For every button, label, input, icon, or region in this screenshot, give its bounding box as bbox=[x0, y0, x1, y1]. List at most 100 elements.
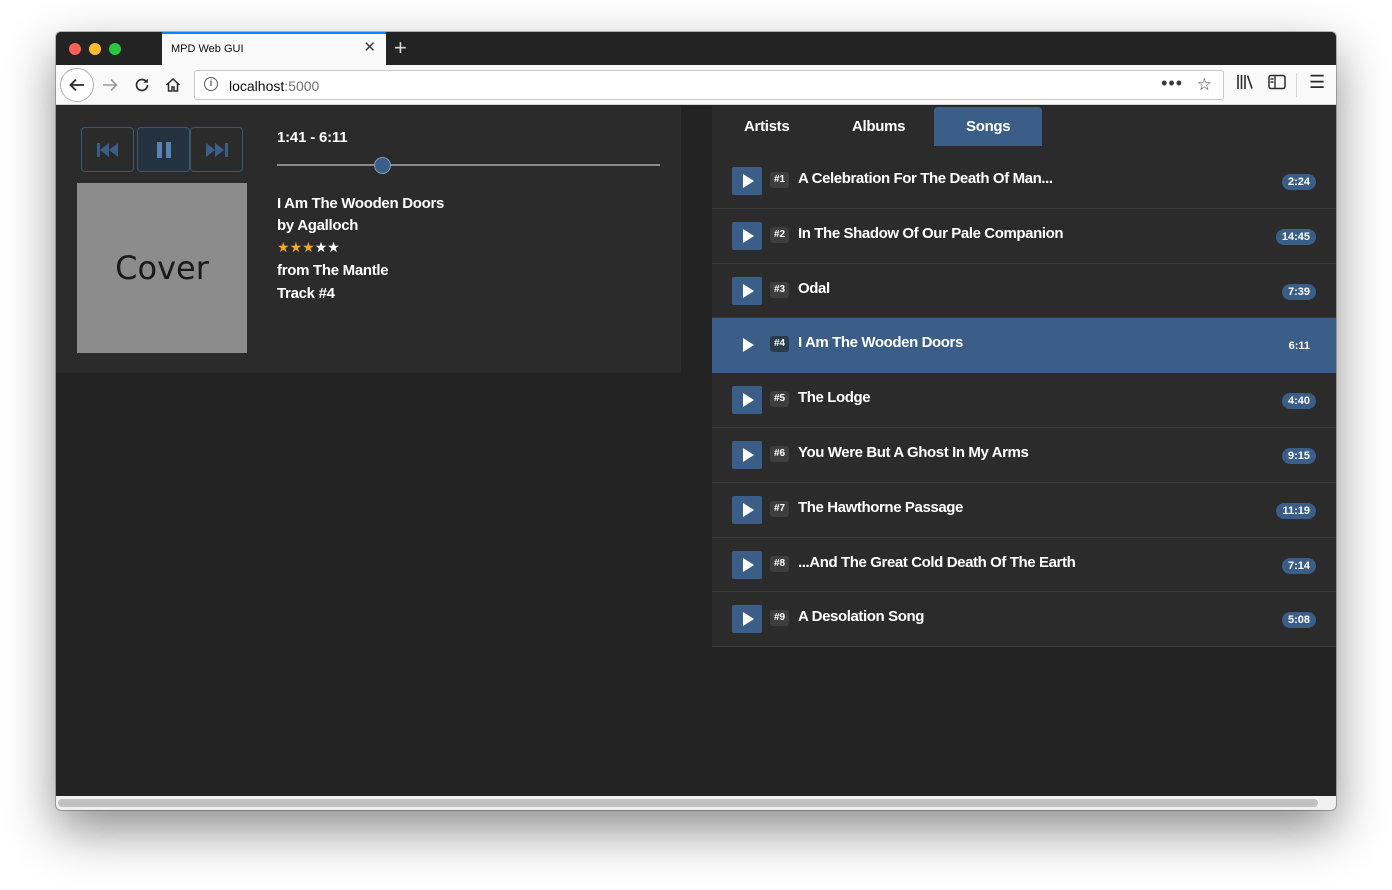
seek-handle[interactable] bbox=[373, 157, 391, 174]
song-title: A Desolation Song bbox=[798, 608, 924, 626]
seek-bar[interactable] bbox=[277, 164, 660, 166]
duration-badge: 9:15 bbox=[1281, 447, 1316, 464]
maximize-window-button[interactable] bbox=[109, 43, 121, 55]
duration-badge: 11:19 bbox=[1276, 502, 1316, 519]
song-row[interactable]: #3 Odal 7:39 bbox=[712, 264, 1336, 319]
song-title: I Am The Wooden Doors bbox=[798, 334, 963, 352]
play-button[interactable] bbox=[732, 495, 762, 524]
song-list: #1 A Celebration For The Death Of Man... 2… bbox=[712, 154, 1336, 648]
play-button[interactable] bbox=[732, 331, 762, 359]
tab-label: Artists bbox=[744, 118, 790, 135]
song-row[interactable]: #6 You Were But A Ghost In My Arms 9:15 bbox=[712, 428, 1336, 483]
rating-stars[interactable]: ★★★★★ bbox=[277, 240, 340, 254]
tab-label: Songs bbox=[966, 118, 1011, 135]
song-title: The Hawthorne Passage bbox=[798, 498, 963, 516]
next-button[interactable] bbox=[190, 127, 243, 172]
play-button[interactable] bbox=[732, 221, 762, 250]
url-text[interactable]: localhost:5000 bbox=[229, 78, 319, 94]
hamburger-menu-icon[interactable]: ☰ bbox=[1309, 72, 1325, 93]
pause-button[interactable] bbox=[137, 127, 190, 172]
song-row[interactable]: #8 ...And The Great Cold Death Of The Ear… bbox=[712, 538, 1336, 593]
track-number-badge: #6 bbox=[770, 445, 790, 462]
tab-songs[interactable]: Songs bbox=[934, 107, 1043, 146]
play-button[interactable] bbox=[732, 440, 762, 469]
play-button[interactable] bbox=[732, 276, 762, 305]
song-row[interactable]: #9 A Desolation Song 5:08 bbox=[712, 592, 1336, 648]
play-button[interactable] bbox=[732, 550, 762, 579]
play-button[interactable] bbox=[732, 167, 762, 195]
track-number-badge: #3 bbox=[770, 281, 790, 298]
sidebar-icon[interactable] bbox=[1268, 74, 1286, 95]
song-title: In The Shadow Of Our Pale Companion bbox=[798, 224, 1064, 242]
play-icon bbox=[743, 393, 754, 408]
play-icon bbox=[743, 557, 754, 572]
song-title: A Celebration For The Death Of Man... bbox=[798, 170, 1053, 187]
scrollbar-thumb[interactable] bbox=[58, 799, 1318, 807]
duration-badge: 14:45 bbox=[1275, 228, 1316, 245]
horizontal-scrollbar[interactable] bbox=[56, 796, 1336, 810]
star-filled-icon[interactable]: ★ bbox=[290, 239, 303, 255]
tab-albums[interactable]: Albums bbox=[820, 107, 937, 146]
url-bar[interactable]: i localhost:5000 ••• ☆ bbox=[194, 70, 1224, 100]
song-title: You Were But A Ghost In My Arms bbox=[798, 443, 1029, 461]
toolbar-divider bbox=[1296, 73, 1297, 97]
duration-badge: 5:08 bbox=[1281, 612, 1316, 629]
duration-badge: 2:24 bbox=[1281, 174, 1316, 190]
play-icon bbox=[743, 228, 754, 243]
album-cover: Cover bbox=[77, 183, 247, 353]
arrow-right-icon bbox=[103, 78, 118, 92]
star-filled-icon[interactable]: ★ bbox=[302, 239, 315, 255]
song-title: Odal bbox=[798, 279, 830, 297]
track-number-badge: #8 bbox=[770, 555, 790, 572]
tab-artists[interactable]: Artists bbox=[712, 107, 821, 146]
close-window-button[interactable] bbox=[69, 43, 81, 55]
tab-label: Albums bbox=[852, 118, 906, 135]
song-row[interactable]: #4 I Am The Wooden Doors 6:11 bbox=[712, 318, 1336, 374]
home-icon bbox=[165, 77, 181, 92]
skip-forward-icon bbox=[205, 142, 228, 157]
nav-bar: i localhost:5000 ••• ☆ ☰ bbox=[56, 65, 1336, 105]
star-empty-icon[interactable]: ★ bbox=[327, 239, 340, 255]
arrow-left-icon bbox=[69, 78, 84, 92]
page-content: 1:41 - 6:11 Cover I Am The Wooden Doors … bbox=[56, 106, 1336, 796]
track-number-badge: #1 bbox=[770, 172, 790, 188]
track-number-badge: #5 bbox=[770, 391, 790, 408]
tab-strip: MPD Web GUI ✕ + bbox=[56, 32, 1336, 65]
song-row[interactable]: #7 The Hawthorne Passage 11:19 bbox=[712, 483, 1336, 538]
previous-button[interactable] bbox=[81, 127, 134, 172]
reload-icon bbox=[135, 78, 149, 92]
star-filled-icon[interactable]: ★ bbox=[277, 239, 290, 255]
tab-title: MPD Web GUI bbox=[171, 43, 244, 55]
song-row[interactable]: #1 A Celebration For The Death Of Man... 2… bbox=[712, 154, 1336, 209]
forward-button[interactable] bbox=[96, 71, 124, 99]
reload-button[interactable] bbox=[128, 71, 156, 99]
library-icon[interactable] bbox=[1236, 74, 1254, 95]
duration-badge: 4:40 bbox=[1281, 393, 1316, 410]
browser-tab[interactable]: MPD Web GUI ✕ bbox=[162, 32, 386, 65]
player-panel: 1:41 - 6:11 Cover I Am The Wooden Doors … bbox=[56, 106, 681, 373]
duration-badge: 6:11 bbox=[1288, 340, 1310, 353]
song-row[interactable]: #5 The Lodge 4:40 bbox=[712, 373, 1336, 428]
play-icon bbox=[743, 502, 754, 517]
page-actions-icon[interactable]: ••• bbox=[1161, 73, 1183, 94]
play-button[interactable] bbox=[732, 605, 762, 634]
back-button[interactable] bbox=[60, 68, 94, 102]
now-playing-album: from The Mantle bbox=[277, 262, 389, 279]
duration-badge: 7:39 bbox=[1281, 283, 1316, 300]
star-icon[interactable]: ☆ bbox=[1197, 75, 1212, 95]
minimize-window-button[interactable] bbox=[89, 43, 101, 55]
star-empty-icon[interactable]: ★ bbox=[315, 239, 328, 255]
home-button[interactable] bbox=[159, 71, 187, 99]
track-number-badge: #9 bbox=[770, 610, 790, 627]
song-title: ...And The Great Cold Death Of The Earth bbox=[798, 553, 1076, 571]
track-number-badge: #7 bbox=[770, 500, 790, 517]
new-tab-button[interactable]: + bbox=[394, 35, 407, 61]
info-icon[interactable]: i bbox=[204, 77, 218, 91]
play-button[interactable] bbox=[732, 386, 762, 415]
duration-badge: 7:14 bbox=[1281, 557, 1316, 574]
play-icon bbox=[743, 447, 754, 462]
tab-close-icon[interactable]: ✕ bbox=[363, 40, 376, 56]
now-playing-track: Track #4 bbox=[277, 285, 335, 302]
song-row[interactable]: #2 In The Shadow Of Our Pale Companion 14:… bbox=[712, 209, 1336, 264]
playback-time: 1:41 - 6:11 bbox=[277, 129, 348, 146]
